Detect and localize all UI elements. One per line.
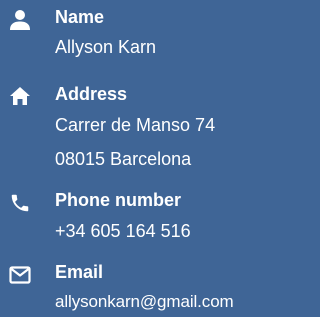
home-icon	[9, 85, 31, 107]
name-label: Name	[55, 7, 105, 27]
phone-icon[interactable]	[9, 192, 31, 214]
email-label: Email	[55, 262, 104, 282]
address-line1: Carrer de Manso 74	[55, 115, 216, 135]
phone-label: Phone number	[55, 190, 182, 210]
address-label: Address	[55, 84, 128, 104]
envelope-icon[interactable]	[9, 264, 31, 286]
address-line2: 08015 Barcelona	[55, 149, 192, 169]
name-value: Allyson Karn	[55, 37, 157, 57]
contact-card: Name Allyson Karn Address Carrer de Mans…	[0, 0, 299, 316]
phone-value[interactable]: +34 605 164 516	[55, 216, 191, 246]
email-value[interactable]: allysonkarn@gmail.com	[55, 287, 234, 317]
person-icon	[9, 9, 31, 31]
